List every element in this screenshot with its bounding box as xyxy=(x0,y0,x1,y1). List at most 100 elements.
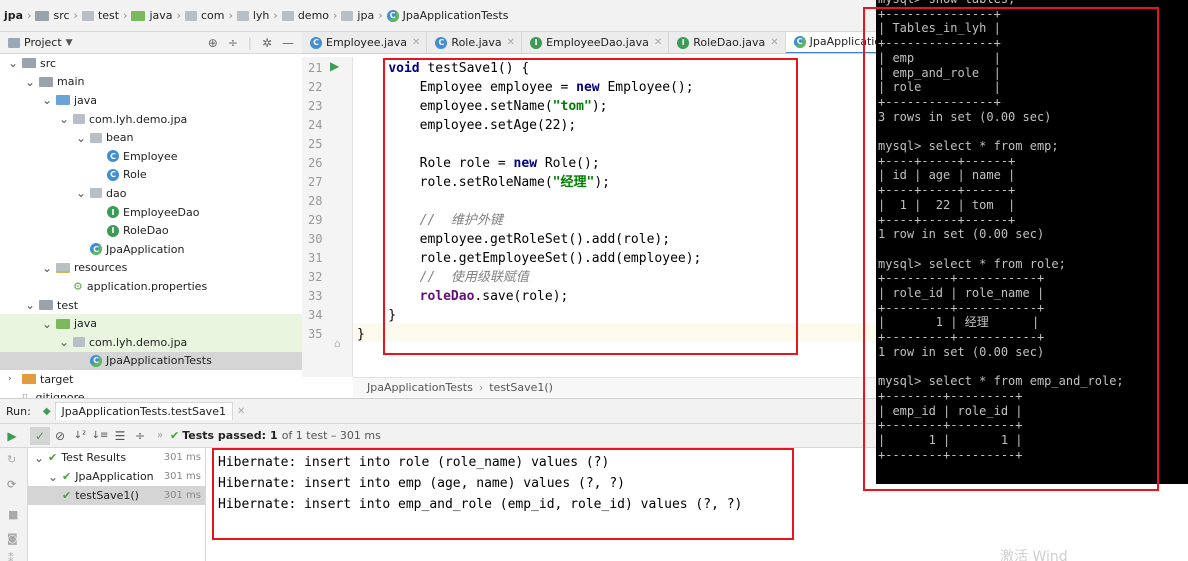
rerun-icon[interactable]: ▶ xyxy=(2,427,22,445)
sort-alpha-icon[interactable]: ↓² xyxy=(70,427,90,445)
tree-node[interactable]: ⌄ com.lyh.demo.jpa xyxy=(0,110,302,129)
project-view-selector[interactable]: Project xyxy=(24,36,62,49)
breadcrumb-item-2[interactable]: test xyxy=(98,9,119,22)
tree-node[interactable]: ⌄ src xyxy=(0,54,302,73)
editor-gutter: ▶ ⌂ 21 22 23 24 25 26 27 28 29 30 31 32 33 34 35 xyxy=(302,57,353,377)
chevron-down-icon[interactable]: ⌄ xyxy=(59,112,71,126)
tab-label: Employee.java xyxy=(326,36,408,49)
tree-node[interactable]: ⌄ test xyxy=(0,296,302,315)
chevron-down-icon[interactable]: ⌄ xyxy=(48,470,60,484)
chevron-down-icon[interactable]: ⌄ xyxy=(42,317,54,331)
folder-icon xyxy=(35,10,50,21)
show-passed-icon[interactable]: ✓ xyxy=(30,426,50,445)
tree-node[interactable]: ▯ .gitignore xyxy=(0,389,302,398)
tree-node[interactable]: ⌄ dao xyxy=(0,184,302,203)
breadcrumb-item-4[interactable]: com xyxy=(201,9,225,22)
breadcrumb-item-8[interactable]: JpaApplicationTests xyxy=(403,9,509,22)
breadcrumb-item-3[interactable]: java xyxy=(149,9,172,22)
test-folder-icon xyxy=(56,318,70,329)
close-icon[interactable]: ✕ xyxy=(412,37,420,48)
close-icon[interactable]: ✕ xyxy=(237,406,245,417)
tree-node[interactable]: › target xyxy=(0,370,302,389)
run-title-bar: Run: ◆ JpaApplicationTests.testSave1 ✕ xyxy=(0,398,876,424)
tab-2[interactable]: I EmployeeDao.java ✕ xyxy=(522,32,670,53)
tree-node[interactable]: ⌄ com.lyh.demo.jpa xyxy=(0,332,302,352)
chevron-down-icon[interactable]: ⌄ xyxy=(59,335,71,349)
rerun-failed-icon[interactable]: ↻ xyxy=(7,453,16,466)
breadcrumb-item-7[interactable]: jpa xyxy=(357,9,374,22)
toggle-autotest-icon[interactable]: ⟳ xyxy=(7,478,16,491)
chevron-down-icon[interactable]: ⌄ xyxy=(25,75,37,89)
chevron-right-icon: › xyxy=(73,9,78,22)
test-result-row[interactable]: ⌄ ✔ JpaApplication 301 ms xyxy=(28,467,205,486)
test-duration: 301 ms xyxy=(163,471,201,482)
code-line: } xyxy=(357,325,365,344)
tree-node[interactable]: I EmployeeDao xyxy=(0,203,302,222)
line-number: 32 xyxy=(308,270,323,284)
breadcrumb-item-1[interactable]: src xyxy=(53,9,69,22)
close-icon[interactable]: ✕ xyxy=(770,37,778,48)
run-side-strip: ↻ ⟳ ■ ◙ ⁑ xyxy=(0,448,28,561)
chevron-down-icon[interactable]: ⌄ xyxy=(25,298,37,312)
collapse-icon[interactable]: ÷ xyxy=(228,36,238,50)
line-number: 24 xyxy=(308,118,323,132)
test-result-row[interactable]: ⌄ ✔ Test Results 301 ms xyxy=(28,448,205,467)
run-config-tab[interactable]: JpaApplicationTests.testSave1 xyxy=(54,402,233,420)
chevron-down-icon[interactable]: ⌄ xyxy=(42,93,54,107)
chevron-down-icon[interactable]: ▼ xyxy=(66,38,73,48)
fold-icon[interactable]: ⌂ xyxy=(334,337,341,350)
tab-0[interactable]: C Employee.java ✕ xyxy=(302,32,428,53)
more-actions-icon[interactable]: ⁑ xyxy=(8,552,14,561)
tree-node[interactable]: ⌄ java xyxy=(0,314,302,333)
sort-duration-icon[interactable]: ↓≡ xyxy=(90,427,110,445)
tab-3[interactable]: I RoleDao.java ✕ xyxy=(669,32,786,53)
tree-node-label: test xyxy=(57,298,79,312)
test-result-row[interactable]: ✔ testSave1() 301 ms xyxy=(28,486,205,505)
tree-node[interactable]: C Employee xyxy=(0,147,302,166)
more-icon[interactable]: » xyxy=(150,427,170,445)
chevron-right-icon[interactable]: › xyxy=(8,374,20,384)
chevron-down-icon[interactable]: ⌄ xyxy=(42,261,54,275)
line-number: 29 xyxy=(308,213,323,227)
line-number: 35 xyxy=(308,327,323,341)
tree-node[interactable]: C JpaApplication xyxy=(0,240,302,259)
show-ignored-icon[interactable]: ⊘ xyxy=(50,427,70,445)
code-breadcrumb-class[interactable]: JpaApplicationTests xyxy=(367,381,473,394)
tree-node[interactable]: I RoleDao xyxy=(0,221,302,240)
tests-status-rest: of 1 test – 301 ms xyxy=(281,429,381,442)
test-duration: 301 ms xyxy=(163,490,201,501)
tree-node[interactable]: C Role xyxy=(0,166,302,185)
run-test-gutter-icon[interactable]: ▶ xyxy=(330,59,339,73)
package-icon xyxy=(90,188,102,199)
tab-1[interactable]: C Role.java ✕ xyxy=(427,32,523,53)
project-tree: ⌄ src ⌄ main ⌄ java ⌄ com.lyh.demo.jpa ⌄ bean C Emp… xyxy=(0,54,302,398)
camera-icon[interactable]: ◙ xyxy=(7,532,18,545)
tree-node[interactable]: ⌄ bean xyxy=(0,128,302,147)
close-icon[interactable]: ✕ xyxy=(654,37,662,48)
tree-node-label: com.lyh.demo.jpa xyxy=(89,112,188,126)
minimize-icon[interactable]: — xyxy=(282,36,294,50)
chevron-down-icon[interactable]: ⌄ xyxy=(76,186,88,200)
line-number: 31 xyxy=(308,251,323,265)
collapse-all-icon[interactable]: ÷ xyxy=(130,427,150,445)
chevron-down-icon[interactable]: ⌄ xyxy=(8,56,20,70)
stop-icon[interactable]: ■ xyxy=(8,508,18,521)
breadcrumb-item-5[interactable]: lyh xyxy=(253,9,270,22)
close-icon[interactable]: ✕ xyxy=(507,37,515,48)
gear-icon[interactable]: ✲ xyxy=(262,36,272,50)
breadcrumb-item-0[interactable]: jpa xyxy=(4,9,23,22)
tree-node[interactable]: ⚙ application.properties xyxy=(0,277,302,296)
code-breadcrumb-method[interactable]: testSave1() xyxy=(489,381,553,394)
tree-node[interactable]: ⌄ java xyxy=(0,91,302,110)
locate-icon[interactable]: ⊕ xyxy=(208,36,218,50)
breadcrumb-item-6[interactable]: demo xyxy=(298,9,329,22)
expand-all-icon[interactable]: ☰ xyxy=(110,427,130,445)
tree-node[interactable]: ⌄ main xyxy=(0,73,302,92)
project-view-icon xyxy=(8,37,20,48)
line-number: 26 xyxy=(308,156,323,170)
pass-check-icon: ✔ xyxy=(62,470,72,483)
tree-node[interactable]: ⌄ resources xyxy=(0,259,302,278)
chevron-down-icon[interactable]: ⌄ xyxy=(76,131,88,145)
tree-node[interactable]: C JpaApplicationTests xyxy=(0,351,302,371)
chevron-down-icon[interactable]: ⌄ xyxy=(34,451,46,465)
